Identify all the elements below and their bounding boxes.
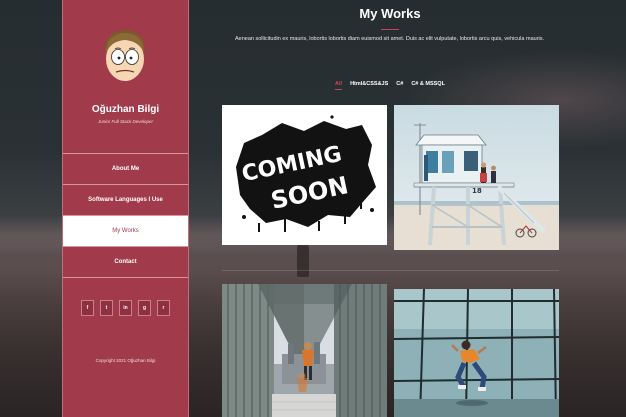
work-card-glass-wall-jump[interactable] xyxy=(394,289,559,417)
portfolio-filters: All Html&CSS&JS C# C# & MSSQL xyxy=(330,81,450,90)
filter-html-css-js[interactable]: Html&CSS&JS xyxy=(350,81,388,87)
facebook-icon[interactable]: f xyxy=(81,300,94,316)
linkedin-icon[interactable]: in xyxy=(119,300,132,316)
filter-all[interactable]: All xyxy=(335,81,343,90)
work-card-lifeguard-tower[interactable]: 18 xyxy=(394,105,559,250)
profile-name: Oğuzhan Bilgi xyxy=(91,104,160,115)
social-links: f t in g r xyxy=(63,300,188,316)
nav-item-about-me[interactable]: About Me xyxy=(63,153,188,184)
profile-role: Junior Full Stack Developer xyxy=(97,119,154,124)
sidebar-nav: About Me Software Languages I Use My Wor… xyxy=(63,153,188,278)
nav-item-contact[interactable]: Contact xyxy=(63,246,188,278)
twitter-icon[interactable]: t xyxy=(100,300,113,316)
filter-csharp-mssql[interactable]: C# & MSSQL xyxy=(411,81,445,87)
nav-item-my-works[interactable]: My Works xyxy=(63,215,188,246)
filter-csharp[interactable]: C# xyxy=(396,81,403,87)
avatar xyxy=(101,27,149,85)
copyright-text: Copyright 2021 Oğuzhan Bilgi xyxy=(95,358,156,363)
tower-number: 18 xyxy=(472,187,482,195)
nav-item-software-languages[interactable]: Software Languages I Use xyxy=(63,184,188,215)
sidebar: Oğuzhan Bilgi Junior Full Stack Develope… xyxy=(62,0,189,417)
title-underline xyxy=(381,29,399,30)
page-lead-text: Aenean sollicitudin ex mauris, lobortis … xyxy=(234,36,545,42)
work-card-mirror-building[interactable] xyxy=(222,284,387,417)
page-title: My Works xyxy=(359,6,421,21)
rss-icon[interactable]: r xyxy=(157,300,170,316)
background-figure xyxy=(297,243,309,277)
github-icon[interactable]: g xyxy=(138,300,151,316)
section-divider xyxy=(222,270,559,271)
work-card-coming-soon[interactable]: COMING SOON xyxy=(222,105,387,245)
